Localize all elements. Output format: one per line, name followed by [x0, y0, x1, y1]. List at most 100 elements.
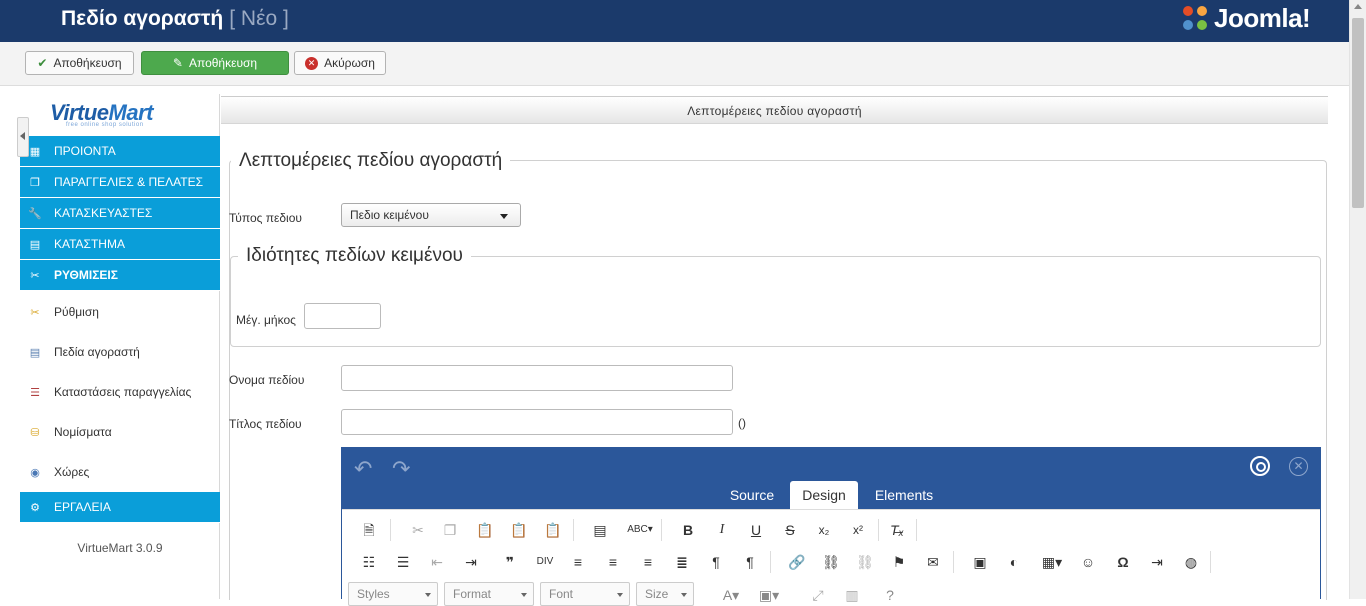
currencies-icon: ⛁	[30, 426, 40, 439]
chevron-down-icon	[500, 214, 508, 219]
scrollbar-thumb[interactable]	[1352, 18, 1364, 208]
virtuemart-logo[interactable]: VirtueMart free online shop solution	[50, 100, 190, 138]
smiley-icon[interactable]: ☺	[1078, 552, 1098, 572]
maximize-icon[interactable]: ⤢	[808, 585, 828, 605]
outdent-icon[interactable]: ⇤	[427, 552, 447, 572]
configuration-icon: ✂	[30, 306, 40, 319]
show-blocks-icon[interactable]: ▥	[842, 585, 862, 605]
max-length-label: Μέγ. μήκος	[236, 313, 296, 327]
sidebar-subitem-currencies[interactable]: ⛁ Νομίσματα	[20, 412, 220, 452]
div-container-icon[interactable]: DIV	[535, 552, 555, 572]
image-icon[interactable]: ▣	[970, 552, 990, 572]
table-icon[interactable]: ▦▾	[1038, 552, 1066, 572]
tab-design[interactable]: Design	[790, 481, 858, 509]
editor-toolbar: 🗎 ✂ ❐ 📋 📋 📋 ▤ ABC▾ B I U S x₂ x² T̶ₓ ☷ ☰…	[342, 509, 1320, 606]
field-name-label: Ονομα πεδίου	[229, 373, 305, 387]
tab-elements[interactable]: Elements	[864, 481, 944, 509]
cancel-button[interactable]: ✕ Ακύρωση	[294, 51, 386, 75]
superscript-icon[interactable]: x²	[848, 520, 868, 540]
editor-header: ↶ ↷ ✕ Source Design Elements	[342, 448, 1320, 509]
new-document-icon[interactable]: 🗎	[359, 520, 379, 540]
joomla-logo[interactable]: Joomla!	[1180, 2, 1311, 34]
copy-icon[interactable]: ❐	[440, 520, 460, 540]
page-break-icon[interactable]: ⇥	[1147, 552, 1167, 572]
countries-icon: ◉	[30, 466, 40, 479]
toolbar: ✔ Αποθήκευση ✎ Αποθήκευση ✕ Ακύρωση	[0, 42, 1349, 86]
font-combo[interactable]: Font	[540, 582, 630, 606]
sidebar-subitem-configuration[interactable]: ✂ Ρύθμιση	[20, 292, 220, 332]
paste-icon[interactable]: 📋	[475, 520, 495, 540]
ltr-icon[interactable]: ¶	[706, 552, 726, 572]
sidebar-item-shop[interactable]: ▤ ΚΑΤΑΣΤΗΜΑ	[20, 229, 220, 260]
spellcheck-icon[interactable]: ABC▾	[625, 520, 655, 540]
rtl-icon[interactable]: ¶	[740, 552, 760, 572]
paste-word-icon[interactable]: 📋	[543, 520, 563, 540]
special-char-icon[interactable]: Ω	[1113, 552, 1133, 572]
sidebar-subitem-countries[interactable]: ◉ Χώρες	[20, 452, 220, 492]
unlink-icon[interactable]: ⛓	[821, 552, 841, 572]
search-icon[interactable]	[1250, 456, 1270, 476]
subscript-icon[interactable]: x₂	[814, 520, 834, 540]
sidebar-collapse-toggle[interactable]	[17, 117, 29, 157]
bold-icon[interactable]: B	[678, 520, 698, 540]
find-replace-icon[interactable]: ▤	[590, 520, 610, 540]
field-type-select[interactable]: Πεδιο κειμένου	[341, 203, 521, 227]
save-and-close-button[interactable]: ✎ Αποθήκευση	[141, 51, 289, 75]
italic-icon[interactable]: I	[712, 520, 732, 540]
format-combo[interactable]: Format	[444, 582, 534, 606]
undo-icon[interactable]: ↶	[354, 456, 372, 482]
field-title-input[interactable]	[341, 409, 733, 435]
underline-icon[interactable]: U	[746, 520, 766, 540]
max-length-input[interactable]	[304, 303, 381, 329]
tab-source[interactable]: Source	[720, 481, 784, 509]
justify-icon[interactable]: ≣	[672, 552, 692, 572]
sidebar-subitem-shopper-fields[interactable]: ▤ Πεδία αγοραστή	[20, 332, 220, 372]
sidebar-subitem-label: Νομίσματα	[54, 425, 112, 439]
email-icon[interactable]: ✉	[923, 552, 943, 572]
page-scrollbar[interactable]	[1349, 0, 1366, 599]
flash-icon[interactable]: ◐	[1004, 552, 1024, 572]
size-combo[interactable]: Size	[636, 582, 694, 606]
align-right-icon[interactable]: ≡	[638, 552, 658, 572]
align-left-icon[interactable]: ≡	[568, 552, 588, 572]
sidebar-subitem-order-status[interactable]: ☰ Καταστάσεις παραγγελίας	[20, 372, 220, 412]
iframe-icon[interactable]: ◍	[1181, 552, 1201, 572]
text-color-icon[interactable]: A▾	[718, 585, 744, 605]
settings-icon: ✂	[30, 269, 40, 282]
shopper-fields-icon: ▤	[29, 346, 41, 359]
background-color-icon[interactable]: ▣▾	[756, 585, 782, 605]
bulleted-list-icon[interactable]: ☰	[393, 552, 413, 572]
chevron-down-icon	[425, 593, 431, 597]
field-type-label: Τύπος πεδιου	[229, 211, 302, 225]
sidebar-item-orders[interactable]: ❐ ΠΑΡΑΓΓΕΛΙΕΣ & ΠΕΛΑΤΕΣ	[20, 167, 220, 198]
styles-combo[interactable]: Styles	[348, 582, 438, 606]
anchor-unlink-icon[interactable]: ⛓	[855, 552, 875, 572]
scroll-up-icon[interactable]	[1354, 4, 1362, 9]
sidebar-subitem-label: Καταστάσεις παραγγελίας	[54, 385, 192, 399]
sidebar-item-label: ΡΥΘΜΙΣΕΙΣ	[54, 268, 118, 282]
page-title: Πεδίο αγοραστή[ Νέο ]	[61, 6, 289, 32]
indent-icon[interactable]: ⇥	[461, 552, 481, 572]
save-button[interactable]: ✔ Αποθήκευση	[25, 51, 134, 75]
align-center-icon[interactable]: ≡	[603, 552, 623, 572]
remove-format-icon[interactable]: T̶ₓ	[887, 520, 907, 540]
sidebar-item-manufacturers[interactable]: 🔧 ΚΑΤΑΣΚΕΥΑΣΤΕΣ	[20, 198, 220, 229]
field-title-label: Τίτλος πεδίου	[229, 417, 302, 431]
sidebar-item-tools[interactable]: ⚙ ΕΡΓΑΛΕΙΑ	[20, 492, 220, 523]
sidebar-item-settings[interactable]: ✂ ΡΥΘΜΙΣΕΙΣ	[20, 260, 220, 291]
flag-icon[interactable]: ⚑	[889, 552, 909, 572]
close-icon[interactable]: ✕	[1289, 457, 1308, 476]
redo-icon[interactable]: ↷	[392, 456, 410, 482]
page-title-text: Πεδίο αγοραστή	[61, 7, 224, 30]
orders-icon: ❐	[30, 176, 40, 189]
cut-icon[interactable]: ✂	[408, 520, 428, 540]
paste-text-icon[interactable]: 📋	[509, 520, 529, 540]
field-name-input[interactable]	[341, 365, 733, 391]
strikethrough-icon[interactable]: S	[780, 520, 800, 540]
blockquote-icon[interactable]: ❞	[500, 552, 520, 572]
numbered-list-icon[interactable]: ☷	[359, 552, 379, 572]
sidebar-item-products[interactable]: ▦ ΠΡΟΙΟΝΤΑ	[20, 136, 220, 167]
tools-icon: ⚙	[30, 501, 40, 514]
help-icon[interactable]: ?	[880, 585, 900, 605]
link-icon[interactable]: 🔗	[787, 552, 807, 572]
